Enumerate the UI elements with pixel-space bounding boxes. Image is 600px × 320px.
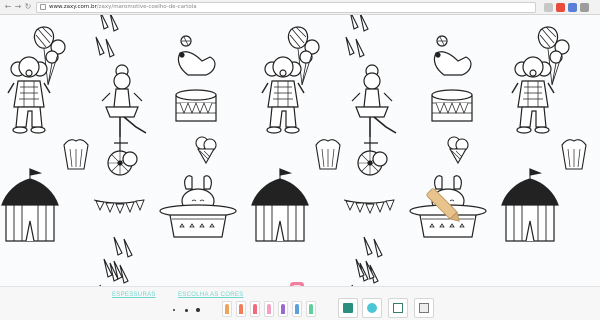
extension-icon[interactable] <box>544 3 553 12</box>
crayon-icon <box>295 304 299 314</box>
address-bar[interactable]: www.zaxy.com.br/zaxy/maromotive-coelho-d… <box>36 2 536 13</box>
thickness-small-button[interactable] <box>170 306 178 314</box>
crayon-pink-button[interactable] <box>264 301 274 317</box>
coloring-toolbar: ESPESSURAS ESCOLHA AS CORES <box>0 286 600 320</box>
paint-bucket-button[interactable] <box>338 298 358 318</box>
url-path: /zaxy/maromotive-coelho-de-cartola <box>96 4 197 10</box>
print-icon <box>419 303 429 313</box>
crayon-blue-button[interactable] <box>292 301 302 317</box>
circus-coloring-page[interactable] <box>0 15 600 286</box>
coloring-canvas[interactable]: ▼ <box>0 15 600 286</box>
crayon-icon <box>309 304 313 314</box>
thickness-label: ESPESSURAS <box>112 292 156 298</box>
crayon-orange-button[interactable] <box>222 301 232 317</box>
crayon-icon <box>225 304 229 314</box>
thickness-medium-button[interactable] <box>182 306 190 314</box>
url-host: www.zaxy.com.br <box>49 4 97 10</box>
thickness-large-button[interactable] <box>194 306 202 314</box>
crayon-icon <box>253 304 257 314</box>
mascot-button[interactable] <box>362 298 382 318</box>
browser-toolbar: ← → ↻ www.zaxy.com.br/zaxy/maromotive-co… <box>0 0 600 15</box>
checkbox-icon <box>393 303 403 313</box>
crayon-icon <box>267 304 271 314</box>
reload-icon[interactable]: ↻ <box>23 2 33 12</box>
crayon-icon <box>239 304 243 314</box>
crayon-rose-button[interactable] <box>250 301 260 317</box>
print-button[interactable] <box>414 298 434 318</box>
lock-icon <box>40 4 46 10</box>
crayon-red-button[interactable] <box>236 301 246 317</box>
crayon-icon <box>281 304 285 314</box>
extension-icon[interactable] <box>556 3 565 12</box>
paint-bucket-icon <box>343 303 353 313</box>
mascot-icon <box>367 303 377 313</box>
extension-icon[interactable] <box>568 3 577 12</box>
menu-icon[interactable] <box>580 3 589 12</box>
crayon-green-button[interactable] <box>306 301 316 317</box>
checkbox-button[interactable] <box>388 298 408 318</box>
crayon-purple-button[interactable] <box>278 301 288 317</box>
back-arrow-icon[interactable]: ← <box>3 2 13 12</box>
forward-arrow-icon[interactable]: → <box>13 2 23 12</box>
colors-label: ESCOLHA AS CORES <box>178 292 244 298</box>
